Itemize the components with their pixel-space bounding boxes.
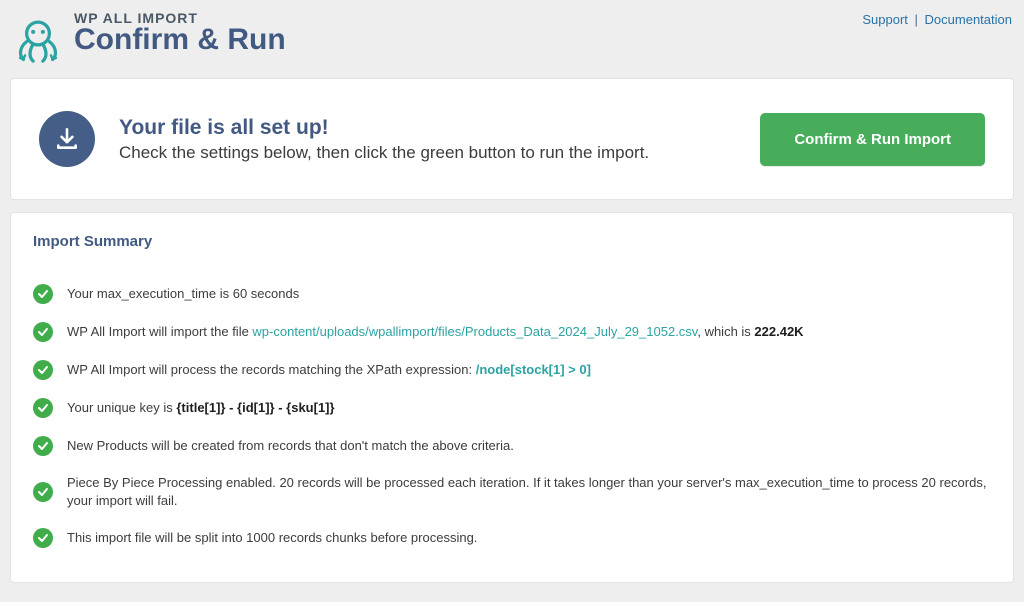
check-icon xyxy=(33,436,53,456)
setup-panel: Your file is all set up! Check the setti… xyxy=(10,78,1014,200)
top-links: Support | Documentation xyxy=(862,10,1012,27)
brand-block: WP ALL IMPORT Confirm & Run xyxy=(12,10,286,66)
summary-item-max-exec: Your max_execution_time is 60 seconds xyxy=(33,284,991,304)
check-icon xyxy=(33,284,53,304)
check-icon xyxy=(33,528,53,548)
brand-text: WP ALL IMPORT Confirm & Run xyxy=(74,10,286,56)
summary-text: This import file will be split into 1000… xyxy=(67,529,477,547)
octopus-logo-icon xyxy=(12,14,64,66)
summary-item-import-file: WP All Import will import the file wp-co… xyxy=(33,322,991,342)
page-header: WP ALL IMPORT Confirm & Run Support | Do… xyxy=(10,10,1014,66)
import-file-path-link[interactable]: wp-content/uploads/wpallimport/files/Pro… xyxy=(252,324,697,339)
summary-item-unique-key: Your unique key is {title[1]} - {id[1]} … xyxy=(33,398,991,418)
summary-text: WP All Import will process the records m… xyxy=(67,361,591,379)
link-separator: | xyxy=(912,12,921,27)
setup-text: Your file is all set up! Check the setti… xyxy=(119,116,736,163)
summary-title: Import Summary xyxy=(33,233,991,250)
summary-text: New Products will be created from record… xyxy=(67,437,514,455)
download-icon xyxy=(39,111,95,167)
page-title: Confirm & Run xyxy=(74,24,286,56)
summary-list: Your max_execution_time is 60 seconds WP… xyxy=(33,284,991,548)
setup-title: Your file is all set up! xyxy=(119,116,736,140)
support-link[interactable]: Support xyxy=(862,12,908,27)
check-icon xyxy=(33,360,53,380)
summary-item-new-products: New Products will be created from record… xyxy=(33,436,991,456)
check-icon xyxy=(33,482,53,502)
check-icon xyxy=(33,322,53,342)
summary-item-chunks: This import file will be split into 1000… xyxy=(33,528,991,548)
summary-text: WP All Import will import the file wp-co… xyxy=(67,323,804,341)
setup-subtitle: Check the settings below, then click the… xyxy=(119,143,736,163)
check-icon xyxy=(33,398,53,418)
confirm-run-import-button[interactable]: Confirm & Run Import xyxy=(760,113,985,166)
summary-item-xpath: WP All Import will process the records m… xyxy=(33,360,991,380)
summary-text: Your unique key is {title[1]} - {id[1]} … xyxy=(67,399,335,417)
summary-panel: Import Summary Your max_execution_time i… xyxy=(10,212,1014,583)
summary-item-piece-processing: Piece By Piece Processing enabled. 20 re… xyxy=(33,474,991,510)
summary-text: Your max_execution_time is 60 seconds xyxy=(67,285,299,303)
summary-text: Piece By Piece Processing enabled. 20 re… xyxy=(67,474,991,510)
documentation-link[interactable]: Documentation xyxy=(925,12,1012,27)
